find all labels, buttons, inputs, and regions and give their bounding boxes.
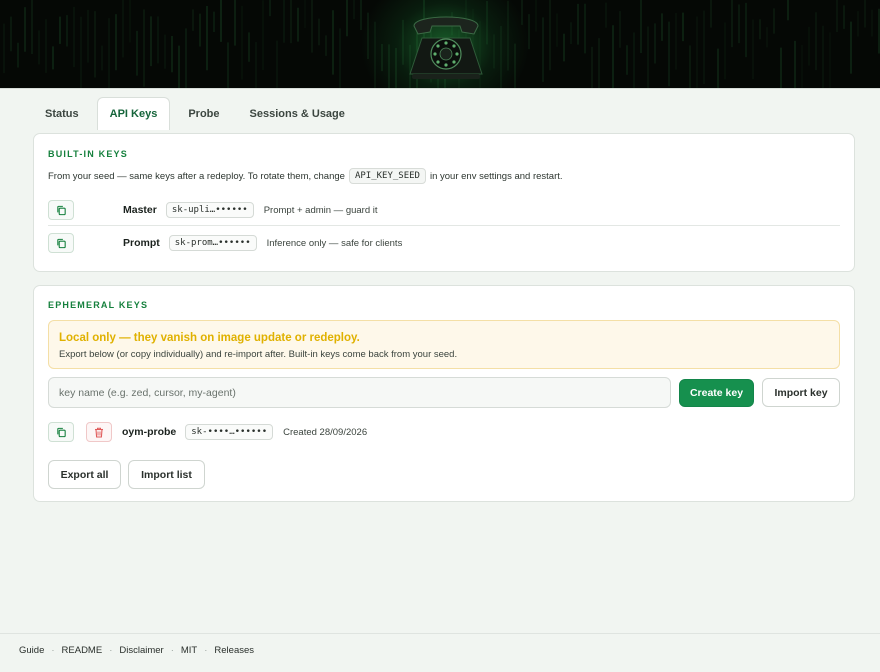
tab-api-keys[interactable]: API Keys (96, 97, 171, 130)
footer-link-releases[interactable]: Releases (214, 645, 254, 656)
key-row-master: Master sk-upli…•••••• Prompt + admin — g… (48, 195, 840, 225)
warning-title: Local only — they vanish on image update… (59, 332, 360, 344)
import-key-button[interactable]: Import key (762, 378, 840, 407)
built-in-keys-description: From your seed — same keys after a redep… (48, 168, 563, 184)
footer-links: Guide · README · Disclaimer · MIT · Rele… (19, 645, 254, 656)
footer-divider (0, 633, 880, 634)
tab-probe[interactable]: Probe (176, 98, 231, 129)
key-name: Master (123, 204, 157, 216)
separator: · (109, 645, 113, 656)
tab-sessions-usage[interactable]: Sessions & Usage (238, 98, 357, 129)
key-name: oym-probe (122, 426, 177, 438)
header-banner (0, 0, 880, 88)
section-title: EPHEMERAL KEYS (48, 300, 149, 310)
separator: · (51, 645, 55, 656)
row-divider (48, 225, 840, 226)
key-value: sk-prom…•••••• (168, 235, 257, 251)
warning-banner: Local only — they vanish on image update… (48, 320, 840, 369)
desc-text-before: From your seed — same keys after a redep… (48, 170, 345, 182)
desc-text-after: in your env settings and restart. (429, 170, 563, 182)
footer-link-disclaimer[interactable]: Disclaimer (119, 645, 163, 656)
tab-bar: Status API Keys Probe Sessions & Usage (33, 97, 357, 130)
import-list-button[interactable]: Import list (128, 460, 205, 489)
create-key-button[interactable]: Create key (679, 379, 754, 407)
separator: · (204, 645, 208, 656)
key-row-prompt: Prompt sk-prom…•••••• Inference only — s… (48, 228, 840, 258)
key-note: Inference only — safe for clients (266, 237, 403, 249)
copy-icon (56, 238, 66, 248)
trash-icon (95, 427, 103, 438)
key-note: Prompt + admin — guard it (263, 204, 378, 216)
copy-button[interactable] (48, 233, 74, 253)
created-date: Created 28/09/2026 (283, 426, 368, 438)
warning-text: Export below (or copy individually) and … (59, 349, 458, 360)
footer-link-guide[interactable]: Guide (19, 645, 44, 656)
key-name: Prompt (123, 237, 160, 249)
banner-divider (0, 88, 880, 89)
key-name-input[interactable] (48, 377, 671, 408)
footer-link-mit[interactable]: MIT (181, 645, 197, 656)
tab-status[interactable]: Status (33, 98, 91, 129)
key-value: sk-upli…•••••• (165, 202, 254, 218)
footer-link-readme[interactable]: README (62, 645, 103, 656)
section-title: BUILT-IN KEYS (48, 149, 128, 159)
copy-icon (56, 427, 66, 437)
key-value: sk-••••…•••••• (185, 424, 274, 440)
copy-button[interactable] (48, 200, 74, 220)
copy-button[interactable] (48, 422, 74, 442)
telephone-icon (409, 16, 483, 79)
env-var-code: API_KEY_SEED (348, 168, 426, 184)
delete-button[interactable] (86, 422, 112, 442)
ephemeral-key-row: oym-probe sk-••••…•••••• Created 28/09/2… (48, 421, 367, 443)
separator: · (170, 645, 174, 656)
ephemeral-keys-card: EPHEMERAL KEYS Local only — they vanish … (33, 285, 855, 502)
export-all-button[interactable]: Export all (48, 460, 121, 489)
copy-icon (56, 205, 66, 215)
built-in-keys-card: BUILT-IN KEYS From your seed — same keys… (33, 133, 855, 272)
